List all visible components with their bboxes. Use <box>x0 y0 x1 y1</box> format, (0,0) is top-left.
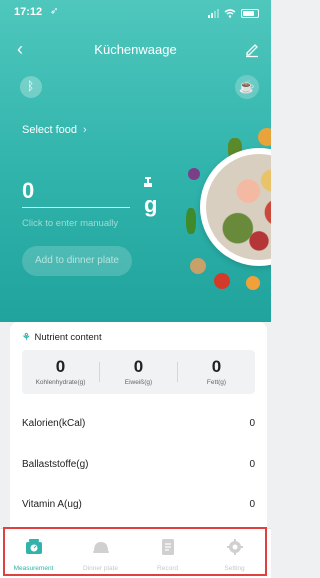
tab-label: Record <box>157 565 178 572</box>
navigation-bar: ‹ Küchenwaage <box>0 38 271 62</box>
tab-label: Dinner plate <box>82 565 119 572</box>
chevron-right-icon: › <box>83 124 87 136</box>
nutrient-label: Ballaststoffe(g) <box>22 459 89 470</box>
bluetooth-icon: ᛒ <box>27 79 35 93</box>
nutrient-row: Ballaststoffe(g) 0 <box>22 459 255 470</box>
tab-record[interactable]: Record <box>134 529 201 578</box>
food-illustration <box>186 128 271 298</box>
macro-fat: 0 Fett(g) <box>178 350 255 394</box>
macro-label: Eiweiß(g) <box>124 379 153 386</box>
weight-value: 0 <box>22 178 35 203</box>
gear-icon <box>227 539 243 555</box>
nutrient-card: ⚘ Nutrient content 0 Kohlenhydrate(g) 0 E… <box>10 322 267 527</box>
status-time: 17:12 <box>14 6 43 18</box>
document-icon <box>162 539 174 555</box>
cup-icon: ☕ <box>238 79 256 94</box>
macro-value: 0 <box>133 357 144 376</box>
scale-tare-icon <box>144 177 152 187</box>
nutrient-value: 0 <box>249 499 255 510</box>
macro-value: 0 <box>211 357 222 376</box>
wifi-icon <box>224 8 236 18</box>
nutrient-label: Kalorien(kCal) <box>22 418 86 429</box>
weight-unit[interactable]: g <box>144 192 157 218</box>
bottom-tab-bar: Measurement Dinner plate Record Setting <box>0 528 271 578</box>
select-food-label: Select food <box>22 124 78 136</box>
scale-icon <box>26 539 42 554</box>
bluetooth-button[interactable]: ᛒ <box>20 76 42 98</box>
status-indicators <box>208 8 259 18</box>
weight-underline <box>22 207 130 208</box>
add-to-dinner-plate-button[interactable]: Add to dinner plate <box>22 246 132 276</box>
select-food-link[interactable]: Select food › <box>22 124 87 136</box>
location-icon: ➶ <box>50 6 59 17</box>
tab-dinner-plate[interactable]: Dinner plate <box>67 529 134 578</box>
macro-label: Kohlenhydrate(g) <box>35 379 86 386</box>
cloche-icon <box>93 542 109 553</box>
nutrient-value: 0 <box>249 418 255 429</box>
tab-label: Measurement <box>13 565 54 572</box>
scale-hero: 17:12 ➶ ‹ Küchenwaage ᛒ ☕ Select food › 0… <box>0 0 271 322</box>
macro-carbs: 0 Kohlenhydrate(g) <box>22 350 99 394</box>
signal-icon <box>208 8 219 18</box>
macro-label: Fett(g) <box>206 379 227 386</box>
nutrient-value: 0 <box>249 459 255 470</box>
battery-icon <box>241 8 259 18</box>
tab-setting[interactable]: Setting <box>201 529 268 578</box>
cup-button[interactable]: ☕ <box>235 75 259 99</box>
macro-protein: 0 Eiweiß(g) <box>100 350 177 394</box>
nutrient-icon: ⚘ <box>22 332 31 343</box>
nutrient-label: Vitamin A(ug) <box>22 499 82 510</box>
edit-icon[interactable] <box>243 40 261 58</box>
macro-value: 0 <box>55 357 66 376</box>
page-title: Küchenwaage <box>94 42 177 57</box>
nutrient-title: Nutrient content <box>34 332 102 343</box>
tab-label: Setting <box>224 565 245 572</box>
tab-measurement[interactable]: Measurement <box>0 529 67 578</box>
status-bar: 17:12 ➶ <box>0 6 271 22</box>
nutrient-row: Kalorien(kCal) 0 <box>22 418 255 429</box>
manual-entry-hint[interactable]: Click to enter manually <box>22 218 118 229</box>
plate-image <box>200 148 271 266</box>
macro-summary: 0 Kohlenhydrate(g) 0 Eiweiß(g) 0 Fett(g) <box>22 350 255 394</box>
nutrient-header: ⚘ Nutrient content <box>22 332 102 343</box>
nutrient-row: Vitamin A(ug) 0 <box>22 499 255 510</box>
